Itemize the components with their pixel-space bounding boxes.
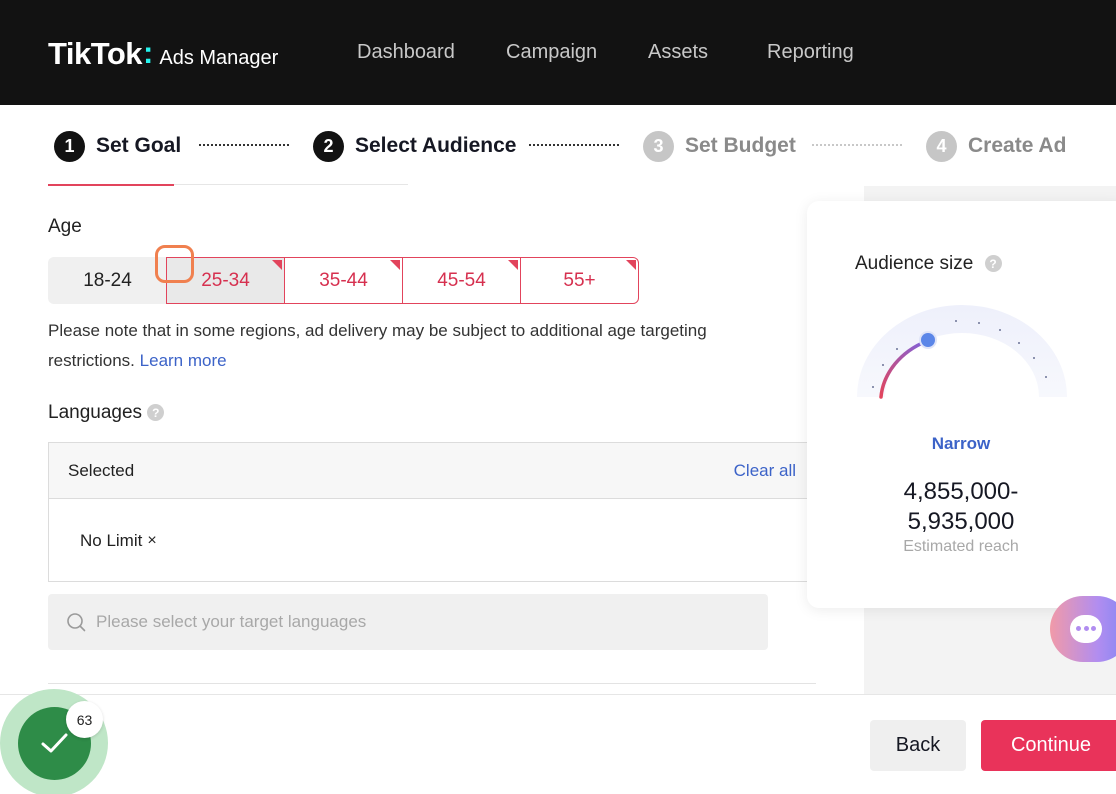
chip-label: No Limit <box>80 531 143 550</box>
selected-corner-icon <box>626 260 636 270</box>
help-icon[interactable]: ? <box>984 255 1002 273</box>
selected-corner-icon <box>390 260 400 270</box>
step-number: 3 <box>643 130 674 162</box>
reach-range-line: 4,855,000- <box>903 478 1019 505</box>
age-option-55-plus[interactable]: 55+ <box>520 257 639 304</box>
badge-count: 63 <box>66 701 103 738</box>
age-option-18-24[interactable]: 18-24 <box>48 257 167 304</box>
nav-campaign[interactable]: Campaign <box>506 41 597 64</box>
estimated-reach-value: 4,855,000- 5,935,000 <box>807 477 1115 537</box>
audience-size-title: Audience size ? <box>855 253 1002 275</box>
audience-level-label: Narrow <box>931 434 991 453</box>
age-option-45-54[interactable]: 45-54 <box>402 257 521 304</box>
step-number: 4 <box>926 130 957 162</box>
continue-button[interactable]: Continue <box>981 720 1116 771</box>
nav-reporting[interactable]: Reporting <box>767 41 854 64</box>
age-selector: 18-24 25-34 35-44 45-54 55+ <box>48 257 639 304</box>
step-connector <box>529 144 619 146</box>
chat-bubble-icon <box>1070 615 1102 643</box>
language-chip: No Limit × <box>80 531 157 551</box>
cursor-focus-indicator <box>155 245 194 283</box>
step-number: 2 <box>313 130 344 162</box>
language-search-field[interactable] <box>48 594 768 650</box>
age-option-label: 45-54 <box>437 269 486 291</box>
step-connector <box>199 144 289 146</box>
age-restriction-note: Please note that in some regions, ad del… <box>48 316 768 376</box>
logo-colon-icon: : <box>143 35 154 70</box>
checkmark-icon <box>41 733 68 753</box>
chip-remove-icon[interactable]: × <box>147 532 156 550</box>
step-label: Select Audience <box>355 134 517 157</box>
step-label: Set Goal <box>96 134 182 157</box>
step-select-audience[interactable]: 2 Select Audience <box>313 130 516 162</box>
step-number: 1 <box>54 130 85 162</box>
selected-corner-icon <box>272 260 282 270</box>
clear-all-button[interactable]: Clear all <box>734 461 796 481</box>
nav-assets[interactable]: Assets <box>648 41 708 64</box>
selected-languages-box: Selected Clear all No Limit × <box>48 442 808 582</box>
step-set-goal[interactable]: 1 Set Goal <box>54 130 181 162</box>
top-nav-bar: TikTok : Ads Manager Dashboard Campaign … <box>0 0 1116 105</box>
chat-support-button[interactable] <box>1050 596 1116 662</box>
footer-divider <box>0 694 1116 695</box>
logo-subtitle: Ads Manager <box>159 47 279 69</box>
tab-active-indicator <box>48 184 174 186</box>
age-option-label: 35-44 <box>319 269 368 291</box>
back-button[interactable]: Back <box>870 720 966 771</box>
selected-corner-icon <box>508 260 518 270</box>
step-label: Set Budget <box>685 134 796 157</box>
section-divider <box>48 683 816 684</box>
audience-gauge <box>857 305 1067 399</box>
language-search-input[interactable] <box>96 612 696 632</box>
audience-size-card: Audience size ? Narrow 4,855,000- 5,935,… <box>807 201 1116 608</box>
step-indicator: 1 Set Goal 2 Select Audience 3 Set Budge… <box>0 130 1116 162</box>
reach-range-line: 5,935,000 <box>907 508 1015 535</box>
logo-text: TikTok <box>48 36 143 71</box>
estimated-reach-caption: Estimated reach <box>903 538 1019 555</box>
step-set-budget[interactable]: 3 Set Budget <box>643 130 796 162</box>
selected-label: Selected <box>68 461 135 480</box>
age-option-label: 25-34 <box>201 269 250 291</box>
step-create-ad[interactable]: 4 Create Ad <box>926 130 1066 162</box>
step-label: Create Ad <box>968 134 1067 157</box>
languages-section-title: Languages ? <box>48 402 165 424</box>
age-section-title: Age <box>48 216 82 237</box>
languages-title-text: Languages <box>48 402 143 423</box>
search-icon <box>67 613 86 632</box>
learn-more-link[interactable]: Learn more <box>140 351 227 370</box>
age-option-35-44[interactable]: 35-44 <box>284 257 403 304</box>
audience-title-text: Audience size <box>855 253 974 274</box>
step-connector <box>812 144 902 146</box>
help-icon[interactable]: ? <box>147 404 165 422</box>
selected-languages-header: Selected Clear all <box>49 443 808 499</box>
nav-dashboard[interactable]: Dashboard <box>357 41 455 64</box>
tiktok-ads-logo[interactable]: TikTok : Ads Manager <box>48 35 279 72</box>
age-option-label: 55+ <box>563 269 596 291</box>
